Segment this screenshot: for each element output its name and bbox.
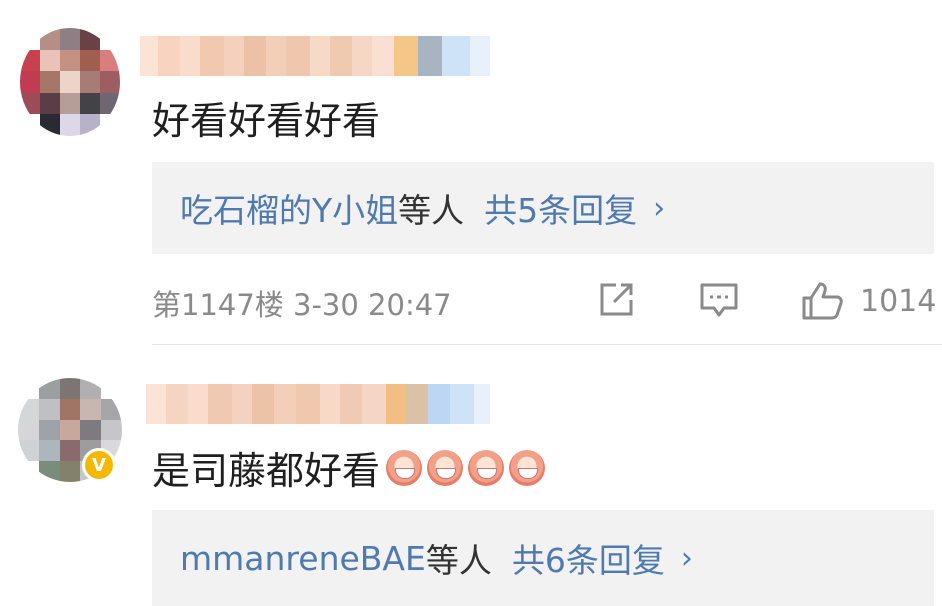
emoji-icon <box>427 449 464 486</box>
comment-meta: 第1147楼 3-30 20:47 <box>152 288 452 322</box>
username-blurred[interactable] <box>140 36 500 76</box>
like-button[interactable]: 1014 <box>800 280 936 322</box>
reply-suffix: 等人 <box>425 541 492 580</box>
avatar[interactable] <box>20 28 120 136</box>
avatar-blurred-image <box>20 28 120 136</box>
chevron-right-icon: › <box>680 540 693 576</box>
reply-summary[interactable]: mmanreneBAE 等人 共6条回复 › <box>152 510 934 606</box>
reply-suffix: 等人 <box>398 191 465 230</box>
comment-icon <box>700 283 738 317</box>
emoji-icon <box>386 449 423 486</box>
reply-summary[interactable]: 吃石榴的Y小姐 等人 共5条回复 › <box>152 162 934 254</box>
comment-text-body: 是司藤都好看 <box>152 449 381 493</box>
reply-user-link[interactable]: 吃石榴的Y小姐 <box>180 184 398 232</box>
share-icon <box>600 283 633 316</box>
comment-button[interactable] <box>698 280 740 320</box>
share-button[interactable] <box>596 280 636 320</box>
reply-count[interactable]: 共6条回复 <box>512 534 665 582</box>
reply-user-link[interactable]: mmanreneBAE <box>180 539 426 578</box>
verified-badge-icon: V <box>82 448 116 482</box>
emoji-icon <box>509 449 546 486</box>
emoji-group <box>386 449 550 486</box>
comment-text: 是司藤都好看 <box>152 440 550 495</box>
chevron-right-icon: › <box>653 190 666 226</box>
like-icon <box>802 282 843 320</box>
comment-divider <box>152 344 942 345</box>
emoji-icon <box>468 449 505 486</box>
comment-text: 好看好看好看 <box>152 99 381 143</box>
reply-count[interactable]: 共5条回复 <box>484 184 637 232</box>
like-count: 1014 <box>860 283 937 319</box>
username-blurred[interactable] <box>146 384 502 424</box>
